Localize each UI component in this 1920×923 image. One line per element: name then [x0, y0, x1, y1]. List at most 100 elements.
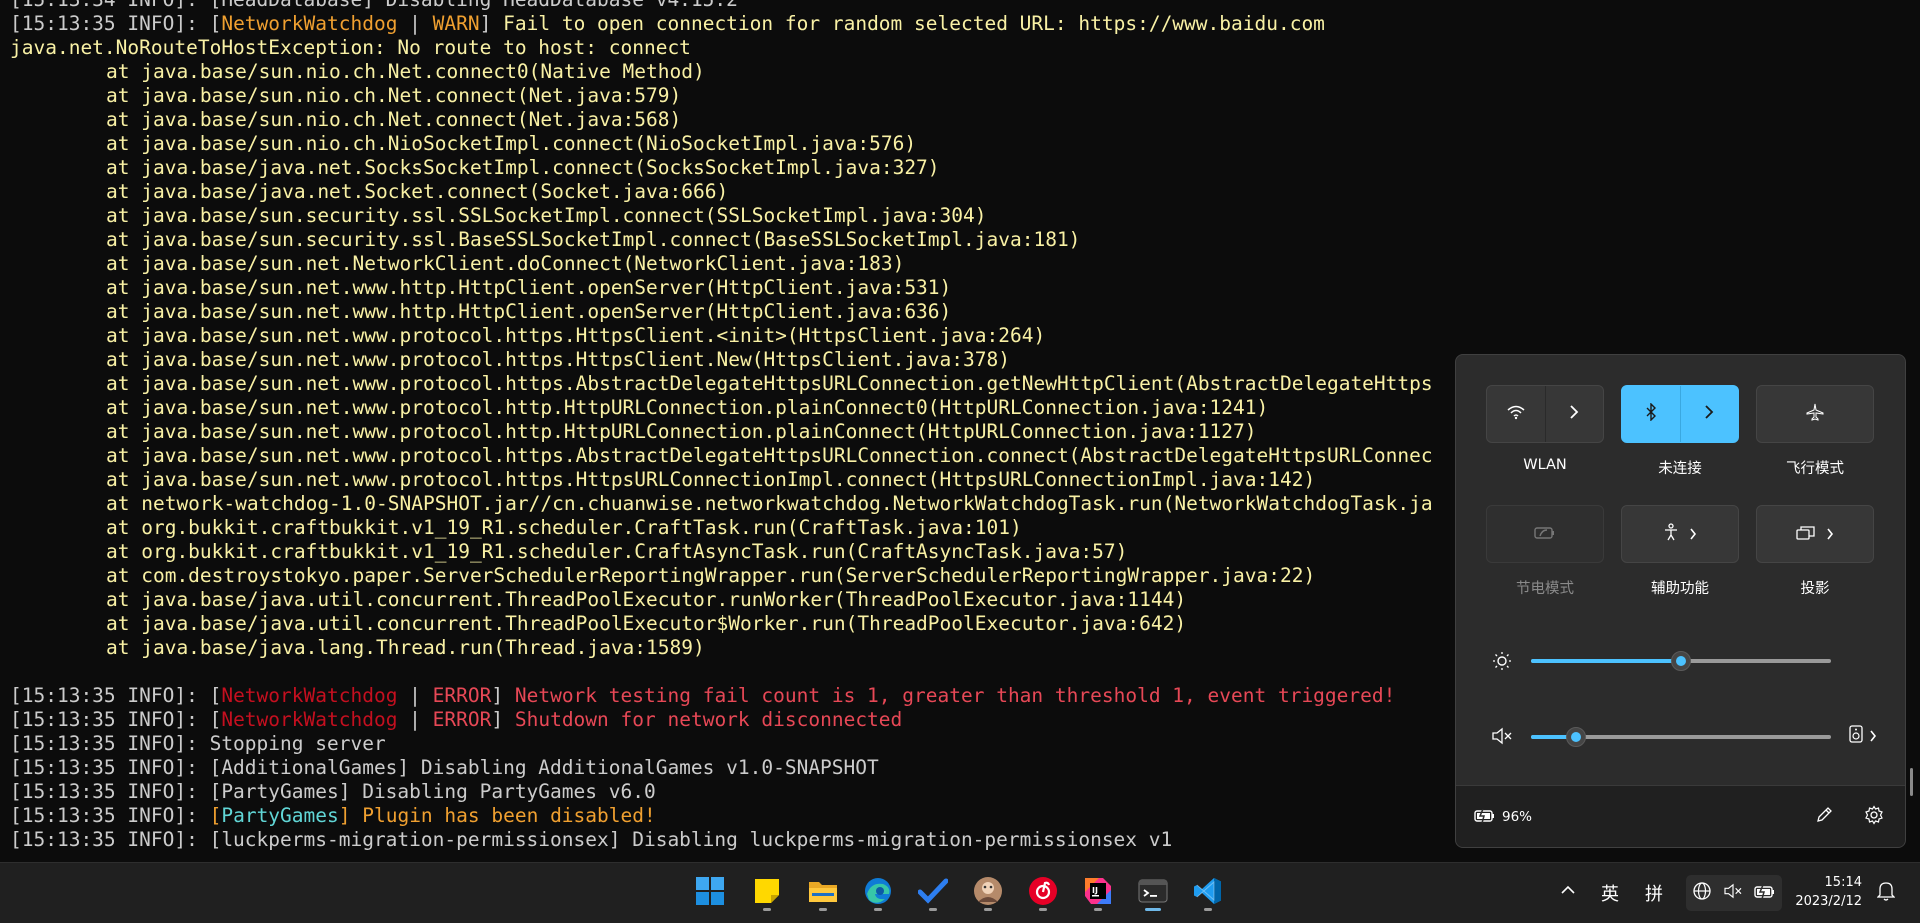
console-output: [15:13:34 INFO]: [HeadDatabase] Disablin… — [10, 0, 1433, 852]
vscode-icon — [1193, 876, 1223, 910]
wlan-tile[interactable] — [1486, 385, 1604, 443]
taskbar-intellij[interactable]: IJ — [1078, 873, 1118, 913]
console-text-segment: WARN — [432, 12, 480, 35]
ime-mode-indicator[interactable]: 拼 — [1645, 880, 1663, 906]
bluetooth-expand-button[interactable] — [1681, 386, 1739, 442]
taskbar-edge[interactable] — [858, 873, 898, 913]
console-text-segment: ERROR — [432, 708, 492, 731]
volume-mute-icon[interactable] — [1491, 725, 1513, 747]
running-indicator — [1094, 908, 1102, 911]
start-button[interactable] — [690, 873, 730, 913]
wlan-toggle[interactable] — [1487, 386, 1546, 442]
console-line: [15:13:35 INFO]: [NetworkWatchdog | ERRO… — [10, 708, 1433, 732]
console-text-segment: at java.base/java.net.SocksSocketImpl.co… — [106, 156, 940, 179]
console-line: at network-watchdog-1.0-SNAPSHOT.jar//cn… — [10, 492, 1433, 516]
console-line: at java.base/sun.net.www.protocol.https.… — [10, 468, 1433, 492]
console-text-segment: at org.bukkit.craftbukkit.v1_19_R1.sched… — [106, 540, 1128, 563]
console-line: at java.base/sun.net.NetworkClient.doCon… — [10, 252, 1433, 276]
console-line: [15:13:35 INFO]: [AdditionalGames] Disab… — [10, 756, 1433, 780]
console-text-segment: | — [397, 708, 433, 731]
console-line: at java.base/sun.security.ssl.SSLSocketI… — [10, 204, 1433, 228]
console-text-segment: [ — [209, 804, 222, 827]
taskbar-todo[interactable] — [913, 873, 953, 913]
console-line: at java.base/sun.nio.ch.Net.connect0(Nat… — [10, 60, 1433, 84]
console-text-segment: ERROR — [432, 684, 492, 707]
console-text-segment: at java.base/sun.net.www.protocol.https.… — [106, 372, 1433, 395]
console-line: [15:13:35 INFO]: [PartyGames] Disabling … — [10, 780, 1433, 804]
chevron-right-icon — [1704, 404, 1714, 424]
wlan-label: WLAN — [1523, 457, 1567, 473]
taskbar-avatar-app[interactable] — [968, 873, 1008, 913]
airplane-mode-label: 飞行模式 — [1786, 461, 1844, 477]
taskbar-netease-music[interactable] — [1023, 873, 1063, 913]
console-text-segment: at java.base/sun.net.www.http.HttpClient… — [106, 276, 952, 299]
chevron-right-icon — [1826, 525, 1834, 544]
ime-language-indicator[interactable]: 英 — [1601, 880, 1619, 906]
clock-time: 15:14 — [1824, 875, 1862, 890]
volume-slider-thumb[interactable] — [1566, 727, 1586, 747]
show-hidden-icons-button[interactable] — [1561, 880, 1575, 899]
notifications-button[interactable] — [1874, 881, 1898, 905]
console-text-segment: PartyGames — [221, 804, 339, 827]
bluetooth-icon — [1645, 402, 1657, 425]
console-text-segment: at java.base/java.util.concurrent.Thread… — [106, 612, 1187, 635]
accessibility-label: 辅助功能 — [1651, 581, 1709, 597]
console-text-segment: Shutdown for network disconnected — [514, 708, 903, 731]
wifi-icon — [1506, 404, 1526, 424]
console-text-segment: at java.base/java.lang.Thread.run(Thread… — [106, 636, 705, 659]
console-text-segment: at java.base/sun.net.www.protocol.https.… — [106, 444, 1433, 467]
taskbar-file-explorer[interactable] — [803, 873, 843, 913]
settings-button[interactable] — [1861, 804, 1887, 830]
battery-saver-tile — [1486, 505, 1604, 563]
console-text-segment: [15:13:35 INFO]: [luckperms-migration-pe… — [10, 828, 1173, 851]
battery-saver-label: 节电模式 — [1516, 581, 1574, 597]
airplane-mode-tile[interactable] — [1756, 385, 1874, 443]
bluetooth-toggle[interactable] — [1622, 386, 1681, 442]
console-line: at java.base/java.lang.Thread.run(Thread… — [10, 636, 1433, 660]
console-text-segment: at java.base/sun.net.www.http.HttpClient… — [106, 300, 952, 323]
running-indicator — [1039, 908, 1047, 911]
battery-saver-icon — [1534, 525, 1556, 544]
console-text-segment: Network testing fail count is 1, greater… — [514, 684, 1396, 707]
brightness-slider-thumb[interactable] — [1671, 651, 1691, 671]
wlan-expand-button[interactable] — [1546, 386, 1604, 442]
running-indicator — [763, 908, 771, 911]
console-text-segment: [15:13:35 INFO]: [ — [10, 12, 222, 35]
scrollbar-thumb[interactable] — [1910, 768, 1913, 796]
console-line: at java.base/sun.nio.ch.NioSocketImpl.co… — [10, 132, 1433, 156]
edit-quick-settings-button[interactable] — [1811, 804, 1837, 830]
bluetooth-tile[interactable] — [1621, 385, 1739, 443]
clock[interactable]: 15:14 2023/2/12 — [1790, 873, 1862, 911]
speaker-device-icon — [1849, 725, 1863, 747]
console-text-segment: [15:13:35 INFO]: [ — [10, 708, 222, 731]
taskbar-terminal[interactable] — [1133, 873, 1173, 913]
console-text-segment: [15:13:35 INFO]: Stopping server — [10, 732, 386, 755]
pencil-icon — [1815, 806, 1833, 828]
edge-icon — [863, 876, 893, 910]
console-text-segment: NetworkWatchdog — [221, 708, 398, 731]
console-line: [15:13:35 INFO]: [NetworkWatchdog | ERRO… — [10, 684, 1433, 708]
console-text-segment: at java.base/sun.nio.ch.NioSocketImpl.co… — [106, 132, 917, 155]
taskbar-sticky-notes[interactable] — [747, 873, 787, 913]
console-text-segment: at network-watchdog-1.0-SNAPSHOT.jar//cn… — [106, 492, 1433, 515]
console-text-segment: at java.base/sun.net.www.protocol.http.H… — [106, 396, 1269, 419]
console-line: at org.bukkit.craftbukkit.v1_19_R1.sched… — [10, 540, 1433, 564]
quick-settings-button[interactable] — [1686, 875, 1782, 911]
taskbar-vscode[interactable] — [1188, 873, 1228, 913]
battery-charging-icon — [1474, 808, 1496, 827]
running-indicator — [819, 908, 827, 911]
netease-music-icon — [1028, 876, 1058, 910]
sticky-notes-icon — [753, 877, 781, 909]
accessibility-tile[interactable] — [1621, 505, 1739, 563]
console-text-segment: [15:13:35 INFO]: — [10, 804, 210, 827]
console-text-segment: at java.base/sun.net.www.protocol.http.H… — [106, 420, 1257, 443]
audio-output-button[interactable] — [1846, 725, 1880, 747]
console-text-segment: at org.bukkit.craftbukkit.v1_19_R1.sched… — [106, 516, 1022, 539]
project-tile[interactable] — [1756, 505, 1874, 563]
running-indicator — [874, 908, 882, 911]
terminal-icon — [1138, 878, 1168, 908]
battery-status[interactable]: 96% — [1474, 806, 1532, 828]
console-line: at java.base/sun.net.www.protocol.http.H… — [10, 420, 1433, 444]
quick-settings-footer: 96% — [1456, 785, 1905, 847]
console-text-segment: NetworkWatchdog — [221, 12, 398, 35]
